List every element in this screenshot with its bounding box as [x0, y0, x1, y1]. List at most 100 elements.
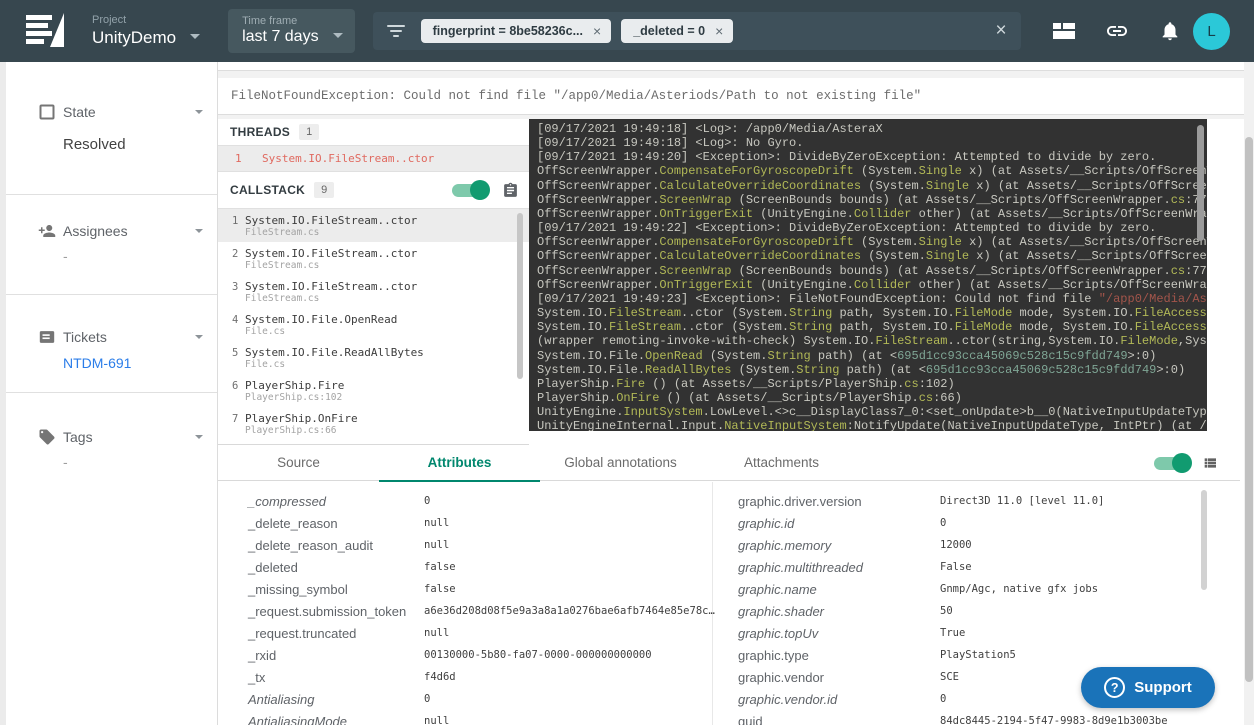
- log-segment: OffScreenWrapper.: [537, 278, 659, 292]
- frame-function: PlayerShip.Fire: [245, 379, 344, 392]
- log-segment: ..ctor(string,System.IO.: [947, 334, 1120, 348]
- tab-source[interactable]: Source: [218, 455, 379, 481]
- filter-chip[interactable]: _deleted = 0×: [621, 19, 733, 43]
- timeframe-selector[interactable]: Time frame last 7 days: [228, 9, 354, 53]
- log-segment: cs: [919, 391, 933, 405]
- log-segment: (UnityEngine.: [753, 207, 854, 221]
- attribute-row: AntialiasingModenull: [248, 710, 712, 725]
- log-segment: cs: [1171, 193, 1185, 207]
- threads-title: THREADS: [230, 125, 290, 139]
- attribute-key: graphic.shader: [738, 604, 940, 619]
- log-segment: Single: [926, 179, 969, 193]
- attribute-value: False: [940, 561, 972, 573]
- attribute-key: graphic.memory: [738, 538, 940, 553]
- log-segment: OffScreenWrapper.: [537, 264, 659, 278]
- callstack-toggle[interactable]: [452, 180, 488, 200]
- clear-filters-icon[interactable]: ×: [995, 24, 1006, 38]
- attribute-key: graphic.id: [738, 516, 940, 531]
- log-segment: (UnityEngine.: [753, 278, 854, 292]
- project-selector[interactable]: Project UnityDemo: [92, 14, 200, 48]
- tab-global-annotations[interactable]: Global annotations: [540, 455, 701, 481]
- log-segment: System.IO.File.: [537, 349, 645, 363]
- attribute-row: _delete_reasonnull: [248, 512, 712, 534]
- page-scrollbar-thumb[interactable]: [1245, 137, 1253, 682]
- bell-icon[interactable]: [1159, 20, 1181, 42]
- log-scrollbar[interactable]: [1197, 125, 1204, 241]
- attribute-value: PlayStation5: [940, 649, 1016, 661]
- chip-remove-icon[interactable]: ×: [715, 26, 723, 36]
- log-segment: ..ctor (System.: [681, 306, 789, 320]
- attribute-key: graphic.type: [738, 648, 940, 663]
- copy-callstack-icon[interactable]: [502, 182, 519, 199]
- attribute-value: Direct3D 11.0 [level 11.0]: [940, 495, 1104, 507]
- log-line: System.IO.FileStream..ctor (System.Strin…: [537, 320, 1207, 334]
- sidebar-section-state: State Resolved: [6, 62, 217, 195]
- callstack-frame[interactable]: 1System.IO.FileStream..ctorFileStream.cs: [218, 209, 529, 242]
- link-icon[interactable]: [1105, 19, 1129, 43]
- project-label: Project: [92, 14, 176, 26]
- page-scrollbar-track[interactable]: [1244, 62, 1254, 725]
- attribute-key: _deleted: [248, 560, 424, 575]
- chip-remove-icon[interactable]: ×: [593, 26, 601, 36]
- callstack-scrollbar[interactable]: [517, 213, 523, 379]
- thread-row[interactable]: 1 System.IO.FileStream..ctor: [218, 146, 529, 172]
- attribute-key: guid: [738, 714, 940, 725]
- frame-function: System.IO.FileStream..ctor: [245, 247, 417, 260]
- callstack-frame[interactable]: 5System.IO.File.ReadAllBytesFile.cs: [218, 341, 529, 374]
- filter-bar[interactable]: fingerprint = 8be58236c...× _deleted = 0×…: [373, 12, 1021, 50]
- log-line: (wrapper remoting-invoke-with-check) Sys…: [537, 334, 1207, 348]
- log-segment: String: [789, 320, 832, 334]
- callstack-frame[interactable]: 3System.IO.FileStream..ctorFileStream.cs: [218, 275, 529, 308]
- log-segment: :66): [933, 391, 962, 405]
- tab-attachments[interactable]: Attachments: [701, 455, 862, 481]
- frame-file: File.cs: [245, 359, 424, 371]
- support-button[interactable]: ? Support: [1081, 667, 1215, 708]
- log-segment: mode, System.IO.: [1012, 320, 1134, 334]
- log-segment: [09/17/2021 19:49:18] <Log>: No Gyro.: [537, 136, 803, 150]
- tags-section-header[interactable]: Tags: [38, 428, 203, 446]
- log-line: [09/17/2021 19:49:23] <Exception>: FileN…: [537, 292, 1207, 306]
- log-segment: OffScreenWrapper.: [537, 235, 659, 249]
- filter-chip[interactable]: fingerprint = 8be58236c...×: [421, 19, 612, 43]
- log-segment: x) (at Assets/__Scripts/OffScreen: [969, 179, 1207, 193]
- callstack-frame[interactable]: 7PlayerShip.OnFirePlayerShip.cs:66: [218, 407, 529, 440]
- avatar[interactable]: L: [1193, 13, 1230, 50]
- attributes-toggle[interactable]: [1154, 453, 1190, 473]
- callstack-frame[interactable]: 4System.IO.File.OpenReadFile.cs: [218, 308, 529, 341]
- log-line: [09/17/2021 19:49:18] <Log>: No Gyro.: [537, 136, 1207, 150]
- tags-label: Tags: [63, 429, 195, 445]
- filter-icon: [387, 25, 405, 37]
- attribute-value: Gnmp/Agc, native gfx jobs: [940, 583, 1098, 595]
- frame-number: 1: [218, 214, 245, 242]
- log-segment: OnTriggerExit: [659, 278, 753, 292]
- attribute-key: AntialiasingMode: [248, 714, 424, 725]
- frame-text: System.IO.FileStream..ctorFileStream.cs: [245, 214, 417, 242]
- callstack-frame[interactable]: 2System.IO.FileStream..ctorFileStream.cs: [218, 242, 529, 275]
- filter-chips: fingerprint = 8be58236c...× _deleted = 0×: [421, 19, 988, 43]
- state-section-header[interactable]: State: [38, 103, 203, 121]
- log-line: OffScreenWrapper.CalculateOverrideCoordi…: [537, 179, 1207, 193]
- callstack-header: CALLSTACK 9: [218, 172, 529, 209]
- attribute-row: _delete_reason_auditnull: [248, 534, 712, 556]
- frame-number: 2: [218, 247, 245, 275]
- log-panel: [09/17/2021 19:49:18] <Log>: /app0/Media…: [529, 119, 1207, 431]
- assignees-section-header[interactable]: Assignees: [38, 222, 203, 240]
- view-options-icon[interactable]: [1202, 455, 1218, 471]
- attribute-value: null: [424, 539, 449, 551]
- dashboard-icon[interactable]: [1053, 23, 1075, 39]
- frame-text: System.IO.File.OpenReadFile.cs: [245, 313, 397, 341]
- log-segment: OnTriggerExit: [659, 207, 753, 221]
- assignees-label: Assignees: [63, 223, 195, 239]
- tab-attributes[interactable]: Attributes: [379, 455, 540, 482]
- log-segment: [09/17/2021 19:49:22] <Exception>: Divid…: [537, 221, 1156, 235]
- ticket-link[interactable]: NTDM-691: [38, 355, 203, 371]
- attribute-key: _compressed: [248, 494, 424, 509]
- attribute-key: _missing_symbol: [248, 582, 424, 597]
- sidebar-section-tags: Tags -: [6, 393, 217, 470]
- tickets-section-header[interactable]: Tickets: [38, 328, 203, 346]
- attributes-scrollbar[interactable]: [1201, 490, 1207, 590]
- log-segment: ,Syst: [1178, 334, 1207, 348]
- frame-function: System.IO.FileStream..ctor: [245, 280, 417, 293]
- backtrace-logo-icon[interactable]: [26, 13, 66, 49]
- callstack-frame[interactable]: 6PlayerShip.FirePlayerShip.cs:102: [218, 374, 529, 407]
